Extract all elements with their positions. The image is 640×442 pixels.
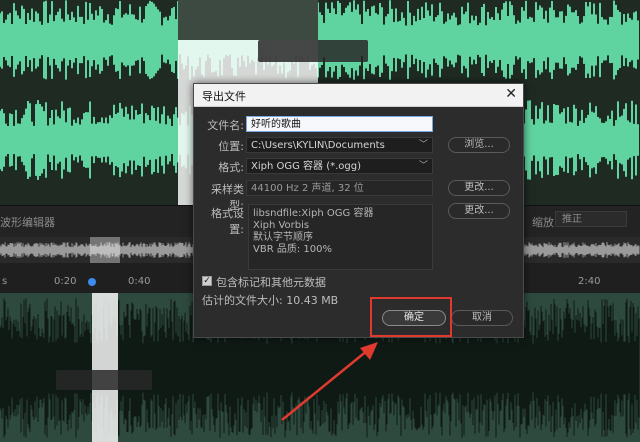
estimated-size-label: 估计的文件大小: 10.43 MB <box>202 294 339 307</box>
ruler-tick: 2:40 <box>578 276 601 287</box>
format-setting-line: VBR 品质: 100% <box>253 244 332 255</box>
format-value: Xiph OGG 容器 (*.ogg) <box>251 161 362 172</box>
format-select[interactable]: Xiph OGG 容器 (*.ogg) ﹀ <box>246 158 433 174</box>
format-settings-box: libsndfile:Xiph OGG 容器 Xiph Vorbis 默认字节顺… <box>248 204 433 270</box>
format-label: 格式: <box>218 161 244 174</box>
sample-change-button[interactable]: 更改... <box>448 180 510 196</box>
zoom-label: 缩放 <box>532 216 554 229</box>
dialog-titlebar[interactable]: 导出文件 ✕ <box>194 84 523 107</box>
ruler-tick: 0:40 <box>128 276 151 287</box>
overview-selection[interactable] <box>90 237 120 263</box>
selection-region-bottom[interactable] <box>92 293 118 442</box>
location-value: C:\Users\KYLIN\Documents <box>251 140 385 151</box>
cancel-button[interactable]: 取消 <box>451 310 513 326</box>
include-markers-checkbox[interactable]: ✓ <box>202 276 212 286</box>
format-settings-label: 格式设置: <box>211 207 244 236</box>
clip-controls-bottom[interactable] <box>56 370 152 390</box>
ruler-tick: 0:20 <box>54 276 77 287</box>
chevron-down-icon: ﹀ <box>418 140 428 150</box>
location-select[interactable]: C:\Users\KYLIN\Documents ﹀ <box>246 137 433 153</box>
format-setting-line: 默认字节顺序 <box>253 232 313 243</box>
clip-controls-top[interactable] <box>258 40 368 62</box>
export-file-dialog: 导出文件 ✕ 文件名: 好听的歌曲 位置: C:\Users\KYLIN\Doc… <box>193 83 524 338</box>
ok-button-highlight <box>370 297 452 337</box>
chevron-down-icon: ﹀ <box>418 161 428 171</box>
editor-label: 波形编辑器 <box>0 216 55 229</box>
dialog-title: 导出文件 <box>202 90 246 103</box>
ruler-tick: s <box>2 276 8 287</box>
browse-button[interactable]: 浏览... <box>448 137 510 153</box>
format-change-button[interactable]: 更改... <box>448 203 510 219</box>
include-markers-label: 包含标记和其他元数据 <box>216 276 326 289</box>
format-setting-line: Xiph Vorbis <box>253 220 310 231</box>
format-setting-line: libsndfile:Xiph OGG 容器 <box>253 208 374 219</box>
selection-shade <box>178 0 318 40</box>
playhead-marker[interactable] <box>88 278 96 286</box>
zoom-select[interactable]: 推正 <box>555 211 627 227</box>
sample-type-value: 44100 Hz 2 声道, 32 位 <box>246 180 433 196</box>
filename-input[interactable]: 好听的歌曲 <box>246 116 433 132</box>
location-label: 位置: <box>218 140 244 153</box>
filename-label: 文件名: <box>207 119 244 132</box>
close-icon[interactable]: ✕ <box>505 86 517 102</box>
